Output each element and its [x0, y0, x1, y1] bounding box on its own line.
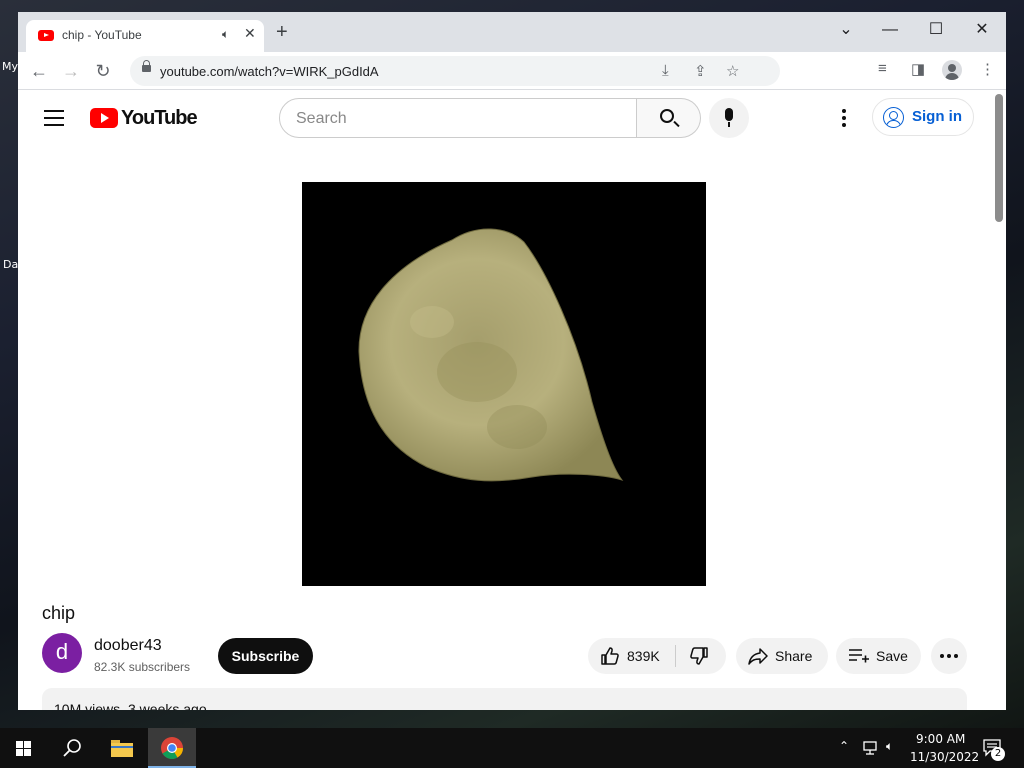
tab-search-chevron-icon[interactable]: ⌄ [828, 16, 864, 44]
scrollbar-thumb[interactable] [995, 94, 1003, 222]
voice-search-button[interactable] [709, 98, 749, 138]
search-input[interactable] [296, 108, 616, 130]
guide-menu-icon[interactable] [44, 110, 64, 126]
close-window-icon[interactable]: ✕ [964, 16, 1000, 44]
browser-window: chip - YouTube 🔈︎ ✕ + ⌄ — ☐ ✕ ← → ↻ yout… [18, 12, 1006, 710]
tray-overflow-chevron-icon[interactable]: ⌃ [839, 739, 849, 753]
video-title: chip [42, 603, 76, 623]
share-label: Share [775, 648, 813, 664]
clock-date[interactable]: 11/30/2022 [910, 750, 979, 764]
taskbar-search-button[interactable] [48, 728, 96, 768]
like-divider [675, 645, 676, 667]
share-arrow-icon [748, 648, 768, 665]
forward-arrow-icon[interactable]: → [60, 60, 82, 82]
settings-kebab-icon[interactable] [832, 106, 856, 130]
volume-icon[interactable]: 🔈︎ [886, 739, 893, 754]
minimize-icon[interactable]: — [872, 16, 908, 44]
profile-avatar-icon[interactable] [942, 60, 962, 80]
like-count[interactable]: 839K [627, 648, 660, 664]
sign-in-label: Sign in [912, 108, 962, 125]
browser-toolbar: ← → ↻ youtube.com/watch?v=WIRK_pGdIdA ⤓ … [18, 52, 1006, 90]
save-button[interactable]: Save [836, 638, 921, 674]
browser-menu-icon[interactable]: ⋮ [980, 60, 995, 78]
network-icon[interactable] [862, 740, 880, 756]
video-player[interactable] [302, 182, 706, 586]
reload-icon[interactable]: ↻ [92, 60, 114, 82]
clock-time[interactable]: 9:00 AM [916, 732, 965, 746]
youtube-page: YouTube Sign in [18, 90, 1006, 710]
save-label: Save [876, 648, 908, 664]
browser-tab[interactable]: chip - YouTube 🔈︎ ✕ [26, 20, 264, 52]
install-app-icon[interactable]: ⤓ [662, 62, 669, 79]
windows-taskbar: ⌃ 🔈︎ 9:00 AM 11/30/2022 2 [0, 728, 1024, 768]
thumbs-up-icon[interactable] [600, 646, 620, 666]
upload-date: 3 weeks ago [128, 701, 207, 710]
address-bar[interactable]: youtube.com/watch?v=WIRK_pGdIdA ⤓ ⇪ ☆ [130, 56, 780, 86]
windows-logo-icon [16, 741, 31, 756]
tab-strip: chip - YouTube 🔈︎ ✕ + ⌄ — ☐ ✕ [18, 12, 1006, 52]
like-dislike-group: 839K [588, 638, 726, 674]
thumbs-down-icon[interactable] [689, 646, 709, 666]
potato-chip-video-frame [358, 228, 624, 482]
channel-avatar[interactable]: d [42, 633, 82, 673]
maximize-icon[interactable]: ☐ [918, 16, 954, 44]
channel-name[interactable]: doober43 [94, 637, 162, 655]
youtube-favicon-icon [38, 30, 54, 41]
save-to-playlist-icon [849, 649, 869, 663]
search-button[interactable] [637, 98, 701, 138]
youtube-logo[interactable]: YouTube [90, 106, 198, 130]
side-panel-icon[interactable]: ◨ [911, 60, 925, 78]
start-button[interactable] [0, 728, 48, 768]
speaker-icon[interactable]: 🔈︎ [222, 27, 229, 42]
sign-in-button[interactable]: Sign in [872, 98, 974, 136]
media-playlist-icon[interactable]: ≡ [878, 60, 887, 77]
lock-icon[interactable] [142, 60, 151, 72]
search-icon [660, 109, 674, 123]
page-scrollbar[interactable] [991, 90, 1006, 710]
bookmark-star-icon[interactable]: ☆ [726, 62, 739, 80]
back-arrow-icon[interactable]: ← [28, 60, 50, 82]
account-circle-icon [883, 107, 904, 128]
chrome-icon [161, 737, 183, 759]
chrome-taskbar-button[interactable] [148, 728, 196, 768]
subscribe-button[interactable]: Subscribe [218, 638, 313, 674]
microphone-icon [725, 108, 733, 127]
youtube-logo-text: YouTube [121, 107, 198, 129]
taskbar-search-icon [63, 739, 81, 757]
file-explorer-button[interactable] [98, 728, 146, 768]
view-count: 10M views [54, 701, 121, 710]
desktop-icon-label-da[interactable]: Da [3, 258, 18, 271]
subscriber-count: 82.3K subscribers [94, 660, 191, 674]
notification-count-badge: 2 [991, 747, 1005, 761]
search-box[interactable] [279, 98, 637, 138]
share-button[interactable]: Share [736, 638, 828, 674]
desktop-icon-label-my[interactable]: My [2, 60, 18, 73]
youtube-play-logo-icon [90, 108, 118, 128]
tab-close-icon[interactable]: ✕ [244, 25, 256, 42]
folder-icon [111, 740, 133, 757]
description-box[interactable]: 10M views 3 weeks ago [42, 688, 967, 710]
tab-title: chip - YouTube [62, 28, 142, 42]
share-page-icon[interactable]: ⇪ [694, 62, 707, 80]
more-actions-icon[interactable] [931, 638, 967, 674]
new-tab-plus-icon[interactable]: + [276, 22, 288, 42]
address-url[interactable]: youtube.com/watch?v=WIRK_pGdIdA [160, 64, 379, 79]
